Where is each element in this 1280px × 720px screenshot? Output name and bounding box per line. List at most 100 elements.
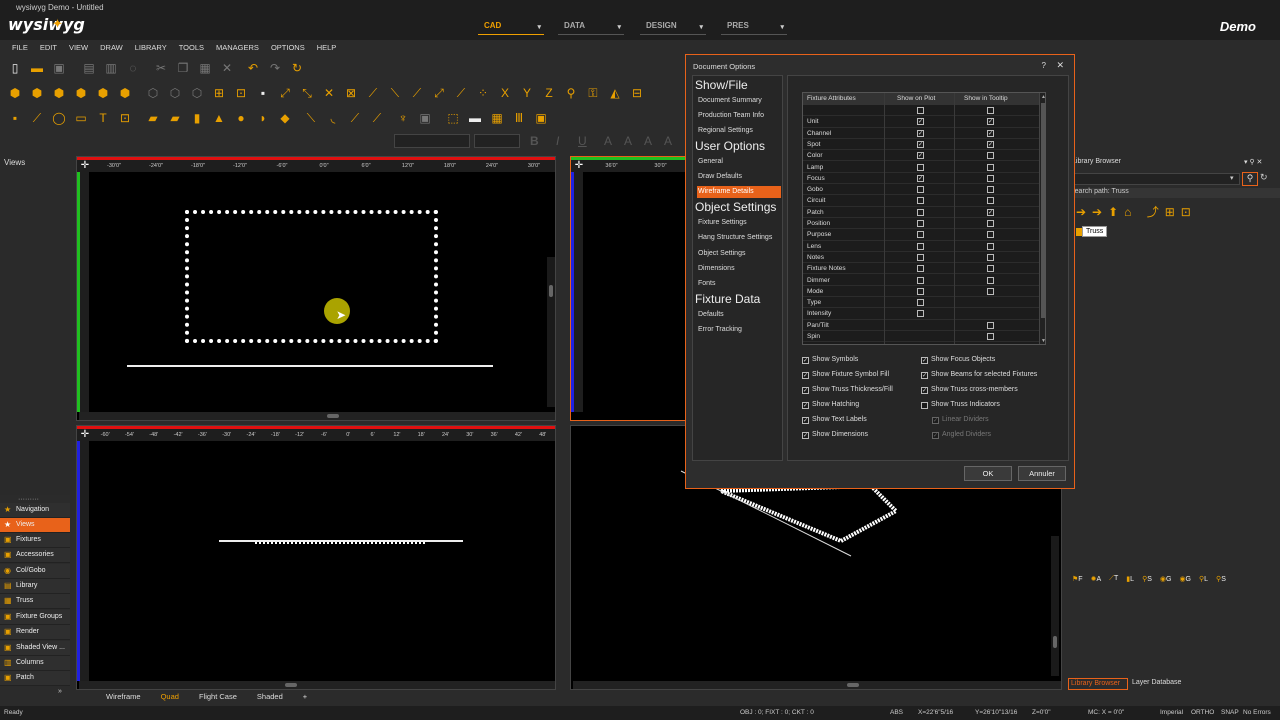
mode-cad[interactable]: CAD ▾ <box>478 21 544 35</box>
option-show-hatching[interactable]: ✓ Show Hatching <box>802 401 859 413</box>
tab-flight-case[interactable]: Flight Case <box>199 692 237 704</box>
snap-ext-icon[interactable]: ⤢ <box>430 84 448 102</box>
print-preview-icon[interactable]: ▤ <box>80 59 98 77</box>
filter-tab-truss[interactable]: ⟋T <box>1109 575 1118 589</box>
show-in-tooltip-checkbox[interactable] <box>987 321 994 329</box>
show-on-plot-checkbox[interactable] <box>917 186 924 194</box>
eraser-icon[interactable]: ◆ <box>276 109 294 127</box>
nav-object-settings[interactable]: Object Settings <box>697 248 781 260</box>
nav-general[interactable]: General <box>697 156 781 168</box>
scroll-thumb[interactable] <box>1053 636 1057 648</box>
checkbox[interactable]: ✓ <box>802 387 809 394</box>
arc-pipe-icon[interactable]: ◟ <box>324 109 342 127</box>
horizontal-scrollbar[interactable] <box>79 412 555 420</box>
camera-icon[interactable]: ▣ <box>532 109 550 127</box>
pipe-icon[interactable]: ⟍ <box>302 109 320 127</box>
open-folder-icon[interactable]: ▬ <box>28 59 46 77</box>
columns-tool-icon[interactable]: Ⅲ <box>510 109 528 127</box>
nav-fixture-settings[interactable]: Fixture Settings <box>697 217 781 229</box>
align-center-button[interactable]: A <box>624 134 632 148</box>
filter-tab-lamps[interactable]: ▮L <box>1126 575 1134 589</box>
ok-button[interactable]: OK <box>964 466 1012 481</box>
filter-tab-fixtures[interactable]: ⚑F <box>1072 575 1083 589</box>
expand-icon[interactable]: » <box>58 688 62 695</box>
menu-help[interactable]: HELP <box>311 40 343 56</box>
show-on-plot-checkbox[interactable] <box>917 242 924 250</box>
nav-hang-structure-settings[interactable]: Hang Structure Settings <box>697 232 781 244</box>
align-left-button[interactable]: A <box>604 134 612 148</box>
dropdown-arrow-icon[interactable]: ▾ <box>1230 174 1234 182</box>
option-show-truss-indicators[interactable]: Show Truss Indicators <box>921 401 1000 413</box>
vertical-scrollbar[interactable] <box>547 257 555 407</box>
show-in-tooltip-checkbox[interactable]: ✓ <box>987 140 994 148</box>
render-cube-icon[interactable]: ⬡ <box>188 84 206 102</box>
nav-defaults[interactable]: Defaults <box>697 309 781 321</box>
front-view-icon[interactable]: ⬢ <box>50 84 68 102</box>
snap-all-icon[interactable]: ⁘ <box>474 84 492 102</box>
show-on-plot-checkbox[interactable] <box>917 208 924 216</box>
show-on-plot-checkbox[interactable] <box>917 310 924 318</box>
option-show-focus-objects[interactable]: ✓ Show Focus Objects <box>921 356 995 368</box>
menu-tools[interactable]: TOOLS <box>173 40 210 56</box>
nav-item-fixture-groups[interactable]: ▣ Fixture Groups <box>0 610 70 625</box>
snap-quad-icon[interactable]: ⟋ <box>408 84 426 102</box>
show-on-plot-checkbox[interactable] <box>917 253 924 261</box>
truss-front[interactable] <box>255 542 425 545</box>
filter-tab-lens[interactable]: ⚲L <box>1199 575 1208 589</box>
show-in-tooltip-checkbox[interactable] <box>987 186 994 194</box>
show-on-plot-checkbox[interactable]: ✓ <box>917 140 924 148</box>
align-icon[interactable]: ⬚ <box>444 109 462 127</box>
show-in-tooltip-checkbox[interactable] <box>987 231 994 239</box>
refresh-icon[interactable]: ◌ <box>124 59 142 77</box>
show-in-tooltip-checkbox[interactable] <box>987 163 994 171</box>
screen-icon[interactable]: ▬ <box>466 109 484 127</box>
tab-shaded[interactable]: Shaded <box>257 692 283 704</box>
menu-edit[interactable]: EDIT <box>34 40 63 56</box>
show-on-plot-checkbox[interactable]: ✓ <box>917 118 924 126</box>
nav-item-render[interactable]: ▣ Render <box>0 625 70 640</box>
nav-item-library[interactable]: ▤ Library <box>0 579 70 594</box>
lock-icon[interactable]: ⚲ <box>562 84 580 102</box>
circle-icon[interactable]: ◯ <box>50 109 68 127</box>
snap-grid-icon[interactable]: ⊞ <box>210 84 228 102</box>
nav-regional-settings[interactable]: Regional Settings <box>697 125 781 137</box>
show-on-plot-checkbox[interactable] <box>917 220 924 227</box>
nav-document-summary[interactable]: Document Summary <box>697 95 781 107</box>
checkbox[interactable]: ✓ <box>921 387 928 394</box>
nav-dimensions[interactable]: Dimensions <box>697 263 781 275</box>
perspective-icon[interactable]: ⬢ <box>116 84 134 102</box>
show-on-plot-checkbox[interactable] <box>917 276 924 284</box>
show-on-plot-checkbox[interactable] <box>917 197 924 205</box>
library-dropdown[interactable] <box>1068 173 1240 185</box>
status-snap[interactable]: SNAP <box>1221 709 1239 716</box>
filter-tab-accessories[interactable]: ✹A <box>1091 575 1102 589</box>
delete-icon[interactable]: ✕ <box>218 59 236 77</box>
shaded-cube-icon[interactable]: ⬡ <box>144 84 162 102</box>
nav-production-team-info[interactable]: Production Team Info <box>697 110 781 122</box>
size-select[interactable] <box>474 134 520 148</box>
status-units[interactable]: Imperial <box>1160 709 1183 716</box>
show-in-tooltip-checkbox[interactable]: ✓ <box>987 118 994 126</box>
option-show-fixture-symbol-fill[interactable]: ✓ Show Fixture Symbol Fill <box>802 371 889 383</box>
nav-item-patch[interactable]: ▣ Patch <box>0 671 70 686</box>
show-in-tooltip-checkbox[interactable] <box>987 242 994 250</box>
option-show-truss-cross-members[interactable]: ✓ Show Truss cross-members <box>921 386 1018 398</box>
scroll-up-icon[interactable]: ▲ <box>1041 94 1045 100</box>
ortho-y-icon[interactable]: Y <box>518 84 536 102</box>
wire-cube-icon[interactable]: ⬡ <box>166 84 184 102</box>
snap-node-icon[interactable]: ⟋ <box>452 84 470 102</box>
show-on-plot-checkbox[interactable]: ✓ <box>917 152 924 160</box>
cut-icon[interactable]: ✂ <box>152 59 170 77</box>
underline-button[interactable]: U <box>578 134 587 148</box>
padlock-icon[interactable]: ⚿ <box>584 84 602 102</box>
show-on-plot-checkbox[interactable] <box>917 107 924 114</box>
option-show-text-labels[interactable]: ✓ Show Text Labels <box>802 416 867 428</box>
measure-icon[interactable]: ◭ <box>606 84 624 102</box>
table-scrollbar[interactable]: ▲ ▼ <box>1039 93 1045 344</box>
stage-line[interactable] <box>127 365 493 367</box>
nav-error-tracking[interactable]: Error Tracking <box>697 324 781 336</box>
show-on-plot-checkbox[interactable]: ✓ <box>917 129 924 137</box>
copy-icon[interactable]: ❐ <box>174 59 192 77</box>
show-in-tooltip-checkbox[interactable] <box>987 333 994 340</box>
close-icon[interactable]: ✕ <box>1056 60 1064 71</box>
